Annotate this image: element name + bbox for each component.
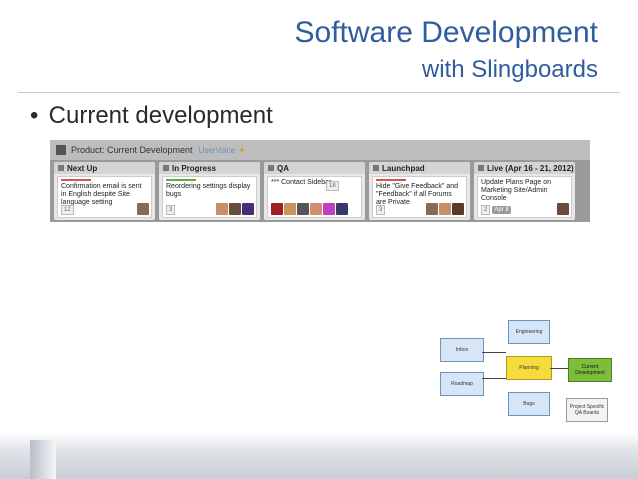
avatar [310, 203, 322, 215]
comment-count: 18 [326, 181, 339, 191]
card-meta: 2 Apr 8 [481, 205, 511, 215]
roadmap-node: Roadmap [440, 372, 484, 396]
board-context: UserVoice [198, 145, 236, 155]
avatar [137, 203, 149, 215]
qa-boards-node: Project Specific QA Boards [566, 398, 608, 422]
column-title: QA [277, 163, 289, 173]
card[interactable]: Confirmation email is sent in English de… [57, 176, 152, 218]
card-avatars [271, 203, 348, 215]
card-label [166, 179, 196, 181]
slide-subtitle: with Slingboards [421, 56, 598, 83]
card[interactable]: Hide "Give Feedback" and "Feedback" if a… [372, 176, 467, 218]
card-avatars [557, 203, 569, 215]
arrow-connector [482, 352, 506, 353]
avatar [439, 203, 451, 215]
arrow-connector [482, 378, 506, 379]
column-title: Next Up [67, 163, 98, 173]
board-columns: Next Up Confirmation email is sent in En… [50, 160, 590, 222]
current-development-node: Current Development [568, 358, 612, 382]
avatar [557, 203, 569, 215]
avatar [323, 203, 335, 215]
avatar [336, 203, 348, 215]
footer-band [0, 432, 638, 479]
column-title: Launchpad [382, 163, 425, 173]
avatar [216, 203, 228, 215]
workflow-diagram: Inbox Roadmap Engineering Planning Bugs … [436, 318, 620, 430]
puzzle-icon: ✦ [238, 144, 246, 155]
column-icon [373, 165, 379, 171]
bullet-marker: • [30, 102, 39, 129]
card-avatars [216, 203, 254, 215]
column-icon [163, 165, 169, 171]
card-meta: 12 [61, 205, 74, 215]
card-meta: 3 [166, 205, 176, 215]
card-text: Reordering settings display bugs [166, 183, 251, 198]
avatar [452, 203, 464, 215]
column-title: In Progress [172, 163, 217, 173]
comment-count: 12 [61, 205, 74, 215]
column-header: In Progress [159, 162, 260, 174]
avatar [284, 203, 296, 215]
inbox-node: Inbox [440, 338, 484, 362]
card-meta: 18 [326, 181, 339, 191]
card-meta: 3 [376, 205, 386, 215]
column-header: Next Up [54, 162, 155, 174]
avatar [229, 203, 241, 215]
column-launchpad: Launchpad Hide "Give Feedback" and "Feed… [369, 162, 470, 220]
slide-title: Software Development [294, 16, 599, 49]
comment-count: 2 [481, 205, 491, 215]
due-date-badge: Apr 8 [492, 206, 511, 214]
title-divider [18, 92, 620, 93]
card-text: *** Contact Sidebar [271, 179, 332, 186]
comment-count: 3 [166, 205, 176, 215]
card-label [376, 179, 406, 181]
card[interactable]: Update Plans Page on Marketing Site/Admi… [477, 176, 572, 218]
column-header: Live (Apr 16 - 21, 2012) [474, 162, 575, 174]
bullet-item: • Current development [30, 102, 273, 130]
bugs-node: Bugs [508, 392, 550, 416]
footer-shade [30, 440, 56, 479]
card[interactable]: *** Contact Sidebar 18 [267, 176, 362, 218]
column-icon [268, 165, 274, 171]
board-screenshot: Product: Current Development UserVoice ✦… [50, 140, 590, 222]
planning-node: Planning [506, 356, 552, 380]
column-header: QA [264, 162, 365, 174]
avatar [426, 203, 438, 215]
column-title: Live (Apr 16 - 21, 2012) [487, 163, 574, 173]
column-icon [58, 165, 64, 171]
card-label [61, 179, 91, 181]
column-next-up: Next Up Confirmation email is sent in En… [54, 162, 155, 220]
avatar [297, 203, 309, 215]
column-in-progress: In Progress Reordering settings display … [159, 162, 260, 220]
card-avatars [426, 203, 464, 215]
column-header: Launchpad [369, 162, 470, 174]
board-title: Product: Current Development [71, 145, 193, 155]
card-text: Confirmation email is sent in English de… [61, 183, 142, 206]
avatar [271, 203, 283, 215]
avatar [242, 203, 254, 215]
board-grid-icon [56, 145, 66, 155]
column-icon [478, 165, 484, 171]
comment-count: 3 [376, 205, 386, 215]
card-text: Update Plans Page on Marketing Site/Admi… [481, 179, 552, 202]
column-qa: QA *** Contact Sidebar 18 [264, 162, 365, 220]
card-avatars [137, 203, 149, 215]
column-live: Live (Apr 16 - 21, 2012) Update Plans Pa… [474, 162, 575, 220]
bullet-text: Current development [48, 102, 273, 129]
arrow-connector [550, 368, 568, 369]
board-header: Product: Current Development UserVoice ✦ [50, 140, 590, 160]
card[interactable]: Reordering settings display bugs 3 [162, 176, 257, 218]
engineering-node: Engineering [508, 320, 550, 344]
